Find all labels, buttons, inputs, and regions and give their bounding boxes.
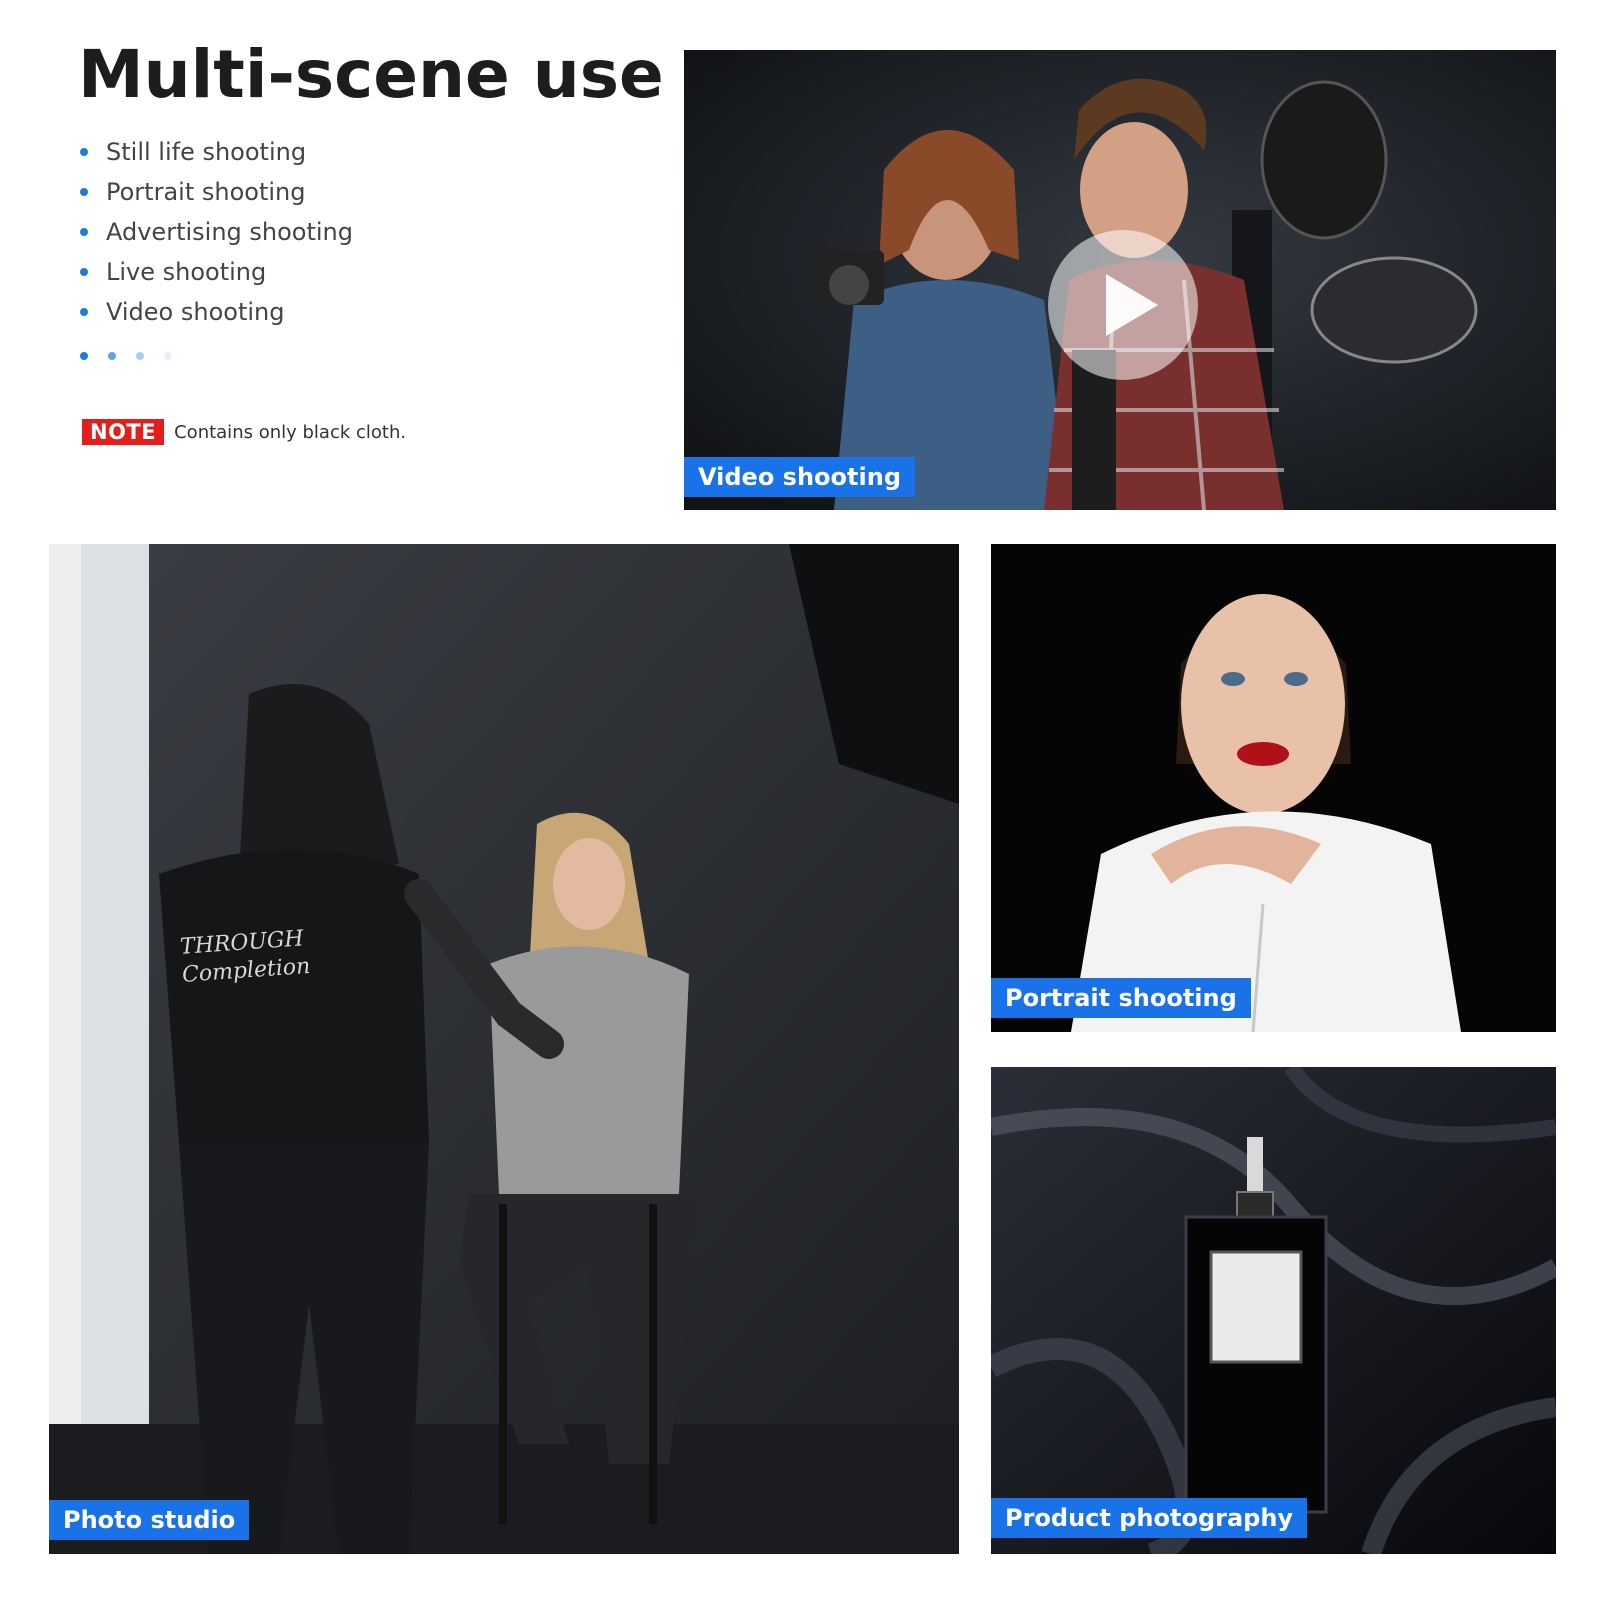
portrait-shooting-caption: Portrait shooting xyxy=(991,978,1251,1018)
bullet-icon xyxy=(80,268,88,276)
shirt-print-text: THROUGH Completion xyxy=(179,926,312,988)
play-button-icon[interactable] xyxy=(1048,230,1198,380)
product-scene-image xyxy=(991,1067,1556,1554)
pager-dot xyxy=(108,352,116,360)
video-shooting-caption: Video shooting xyxy=(684,457,915,497)
studio-scene-image xyxy=(49,544,959,1554)
product-photography-photo[interactable]: Product photography xyxy=(991,1067,1556,1554)
bullet-icon xyxy=(80,188,88,196)
feature-label: Portrait shooting xyxy=(106,178,306,206)
feature-label: Video shooting xyxy=(106,298,285,326)
video-shooting-photo[interactable]: Video shooting xyxy=(684,50,1556,510)
page-title: Multi-scene use xyxy=(78,36,664,113)
pager-dot xyxy=(136,352,144,360)
bullet-icon xyxy=(80,308,88,316)
portrait-scene-image xyxy=(991,544,1556,1032)
product-photography-caption: Product photography xyxy=(991,1498,1308,1538)
note-text: Contains only black cloth. xyxy=(174,421,407,443)
feature-list: Still life shooting Portrait shooting Ad… xyxy=(80,132,353,332)
photo-studio-caption: Photo studio xyxy=(49,1500,250,1540)
feature-item: Video shooting xyxy=(80,292,353,332)
note-badge: NOTE xyxy=(82,419,165,445)
pager-dot xyxy=(164,352,172,360)
pager-dots xyxy=(80,352,172,360)
portrait-shooting-photo[interactable]: Portrait shooting xyxy=(991,544,1556,1032)
feature-label: Still life shooting xyxy=(106,138,307,166)
feature-item: Portrait shooting xyxy=(80,172,353,212)
feature-label: Advertising shooting xyxy=(106,218,353,246)
feature-item: Live shooting xyxy=(80,252,353,292)
feature-label: Live shooting xyxy=(106,258,267,286)
note: NOTE Contains only black cloth. xyxy=(82,419,406,445)
bullet-icon xyxy=(80,228,88,236)
feature-item: Still life shooting xyxy=(80,132,353,172)
feature-item: Advertising shooting xyxy=(80,212,353,252)
photo-studio-photo[interactable]: THROUGH Completion Photo studio xyxy=(49,544,959,1554)
pager-dot xyxy=(80,352,88,360)
bullet-icon xyxy=(80,148,88,156)
